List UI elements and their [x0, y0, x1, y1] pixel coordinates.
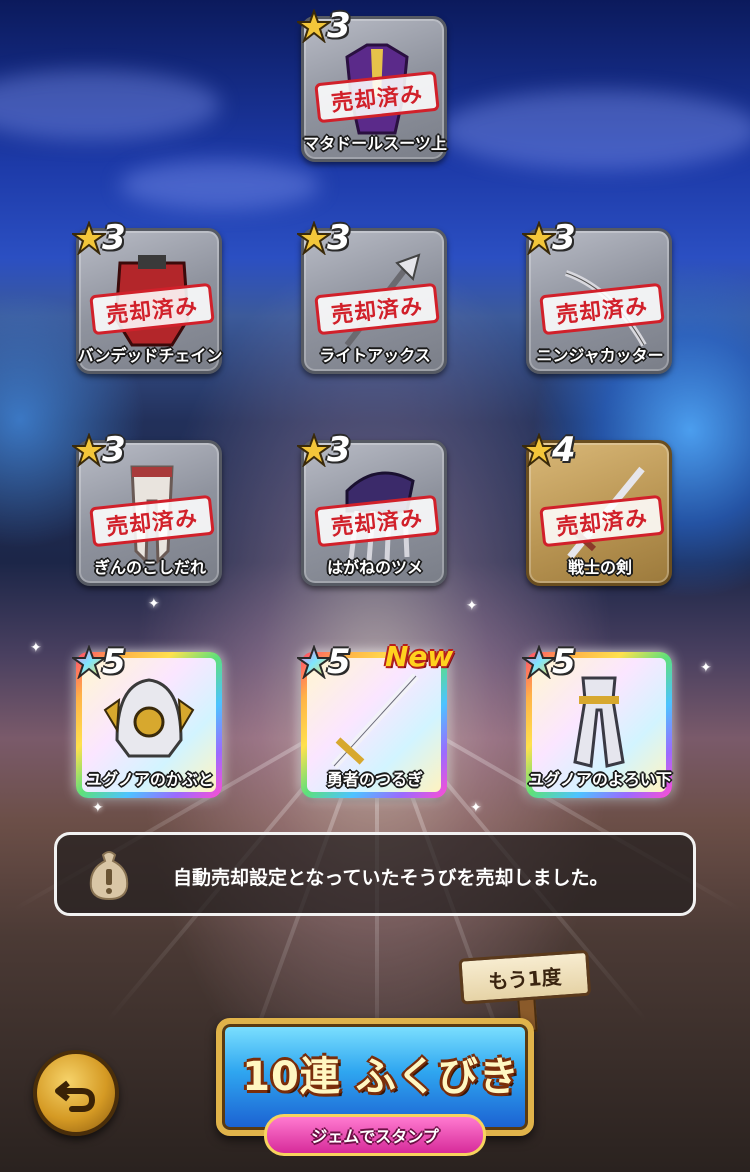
- item-name: ぎんのこしだれ: [93, 558, 206, 577]
- item-name: 勇者のつるぎ: [326, 770, 423, 789]
- back-arrow-icon: [55, 1080, 96, 1112]
- item-name: ライトアックス: [319, 346, 431, 365]
- rarity-number: 5: [102, 642, 126, 682]
- star-icon: [297, 221, 331, 255]
- item-card[interactable]: 売却済み 3 ライトアックス: [297, 218, 449, 376]
- again-sign-label: もう1度: [458, 949, 592, 1005]
- item-card[interactable]: 5 ユグノアのかぶと: [72, 642, 224, 800]
- rarity-number: 3: [327, 218, 351, 258]
- gem-stamp-label: ジェムでスタンプ: [264, 1114, 486, 1156]
- rarity-number: 3: [552, 218, 576, 258]
- item-name: 戦士の剣: [567, 558, 632, 577]
- helmet-art: [103, 678, 195, 758]
- back-button[interactable]: [33, 1050, 119, 1136]
- item-name: ユグノアのよろい下: [528, 770, 672, 789]
- bag-warning-icon: [89, 851, 129, 901]
- rarity-badge: 3: [522, 218, 576, 258]
- gacha-button-wrap: 10連 ふくびき ジェムでスタンプ: [216, 1018, 544, 1168]
- rarity-badge: 5: [72, 642, 126, 682]
- item-name: マタドールスーツ上: [303, 134, 447, 153]
- rarity-badge: 5: [522, 642, 576, 682]
- star-icon: [522, 645, 556, 679]
- item-name: ニンジャカッター: [536, 346, 664, 365]
- star-icon: [297, 9, 331, 43]
- ten-pull-label: 10連 ふくびき: [242, 1054, 520, 1100]
- new-badge: New: [385, 640, 454, 673]
- leg-armor-art: [573, 676, 625, 768]
- star-icon: [72, 433, 106, 467]
- item-card[interactable]: 5 ユグノアのよろい下: [522, 642, 674, 800]
- rarity-number: 3: [327, 430, 351, 470]
- star-icon: [72, 221, 106, 255]
- item-card[interactable]: 売却済み 3 ぎんのこしだれ: [72, 430, 224, 588]
- rarity-badge: 3: [72, 218, 126, 258]
- item-name: はがねのツメ: [326, 558, 423, 577]
- item-card[interactable]: 売却済み 3 マタドールスーツ上: [297, 6, 449, 164]
- notice-text: 自動売却設定となっていたそうびを売却しました。: [173, 867, 609, 889]
- rarity-number: 3: [102, 430, 126, 470]
- notice-banner: 自動売却設定となっていたそうびを売却しました。: [54, 832, 696, 916]
- rarity-number: 3: [327, 6, 351, 46]
- star-icon: [522, 221, 556, 255]
- rarity-number: 5: [327, 642, 351, 682]
- item-name: ユグノアのかぶと: [86, 770, 214, 789]
- star-icon: [522, 433, 556, 467]
- rarity-badge: 3: [297, 430, 351, 470]
- rarity-number: 5: [552, 642, 576, 682]
- rarity-badge: 3: [297, 6, 351, 46]
- rarity-number: 4: [552, 430, 576, 470]
- item-card[interactable]: 売却済み 3 バンデッドチェイン: [72, 218, 224, 376]
- item-card[interactable]: 売却済み 4 戦士の剣: [522, 430, 674, 588]
- item-name: バンデッドチェイン: [77, 346, 223, 365]
- star-icon: [297, 433, 331, 467]
- item-card[interactable]: 売却済み 3 はがねのツメ: [297, 430, 449, 588]
- rarity-badge: 3: [297, 218, 351, 258]
- rarity-badge: 5: [297, 642, 351, 682]
- rarity-number: 3: [102, 218, 126, 258]
- rarity-badge: 3: [72, 430, 126, 470]
- item-card[interactable]: 5 New 勇者のつるぎ: [297, 640, 453, 800]
- again-sign: もう1度: [458, 949, 597, 1033]
- star-icon: [72, 645, 106, 679]
- hero-sword-art: [331, 673, 419, 769]
- rarity-badge: 4: [522, 430, 576, 470]
- star-icon: [297, 645, 331, 679]
- item-card[interactable]: 売却済み 3 ニンジャカッター: [522, 218, 674, 376]
